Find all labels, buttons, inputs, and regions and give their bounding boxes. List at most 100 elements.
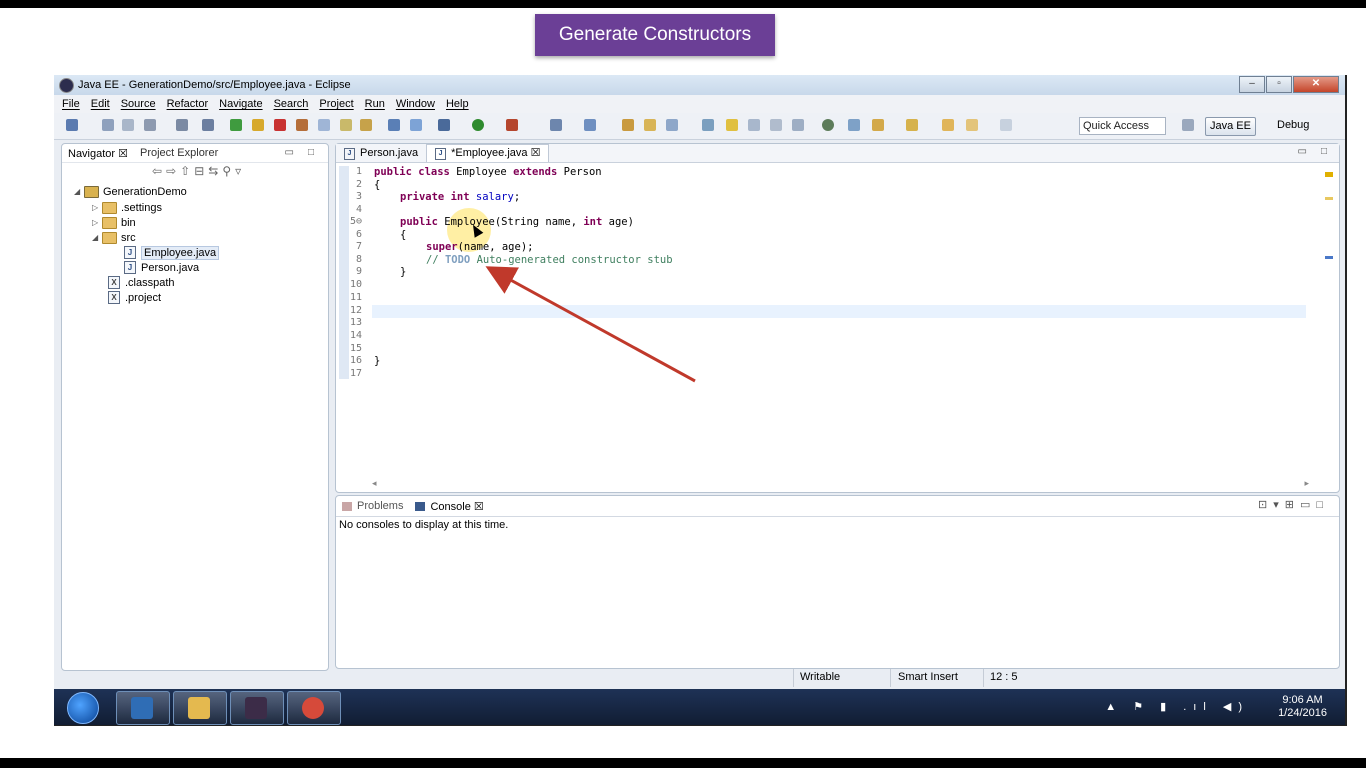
- forward-icon[interactable]: [966, 119, 978, 131]
- taskbar-app-chrome[interactable]: [287, 691, 341, 725]
- skip-breakpoints-icon[interactable]: [202, 119, 214, 131]
- annotation-icon[interactable]: [702, 119, 714, 131]
- taskbar-app-explorer[interactable]: [173, 691, 227, 725]
- occurrence-marker-icon[interactable]: [1325, 197, 1333, 200]
- prev-annotation-icon[interactable]: [872, 119, 884, 131]
- pin-console-icon[interactable]: ⊡: [1258, 499, 1273, 511]
- maximize-view-icon[interactable]: □: [308, 147, 314, 158]
- run-icon[interactable]: [472, 119, 484, 131]
- maximize-editor-icon[interactable]: □: [1321, 146, 1327, 157]
- open-type-icon[interactable]: [622, 119, 634, 131]
- code-line-9[interactable]: }: [400, 266, 406, 278]
- horizontal-scrollbar[interactable]: ◂ ▸: [372, 478, 1309, 488]
- tree-item-employee[interactable]: J Employee.java: [124, 245, 220, 260]
- expanded-icon[interactable]: ◢: [92, 233, 102, 242]
- code-line-8[interactable]: // TODO Auto-generated constructor stub: [426, 254, 673, 266]
- menu-run[interactable]: Run: [365, 98, 385, 110]
- menu-refactor[interactable]: Refactor: [167, 98, 209, 110]
- collapsed-icon[interactable]: ▷: [92, 218, 102, 227]
- mark-occurrences-icon[interactable]: [726, 119, 738, 131]
- minimize-editor-icon[interactable]: ▭: [1298, 146, 1307, 157]
- clock[interactable]: 9:06 AM 1/24/2016: [1278, 694, 1327, 720]
- drop-to-frame-icon[interactable]: [388, 119, 400, 131]
- suspend-icon[interactable]: [252, 119, 264, 131]
- menu-file[interactable]: File: [62, 98, 80, 110]
- print-icon[interactable]: [144, 119, 156, 131]
- perspective-debug[interactable]: Debug: [1273, 117, 1313, 134]
- new-icon[interactable]: [66, 119, 78, 131]
- taskbar-app-eclipse[interactable]: [230, 691, 284, 725]
- quick-access-field[interactable]: Quick Access: [1079, 117, 1166, 135]
- display-console-icon[interactable]: ▾: [1273, 499, 1285, 511]
- disconnect-icon[interactable]: [296, 119, 308, 131]
- tab-console[interactable]: Console ☒: [409, 500, 489, 513]
- tab-employee-java[interactable]: J *Employee.java ☒: [426, 144, 550, 162]
- menu-project[interactable]: Project: [319, 98, 353, 110]
- tab-person-java[interactable]: J Person.java: [336, 145, 426, 162]
- menu-source[interactable]: Source: [121, 98, 156, 110]
- resume-icon[interactable]: [230, 119, 242, 131]
- code-line-16[interactable]: }: [374, 355, 380, 367]
- whitespace-icon[interactable]: [770, 119, 782, 131]
- back-nav-icon[interactable]: ⇦: [152, 164, 166, 178]
- maximize-button[interactable]: ▫: [1266, 76, 1292, 93]
- tree-item-project[interactable]: ◢ GenerationDemo: [74, 184, 187, 199]
- collapsed-icon[interactable]: ▷: [92, 203, 102, 212]
- step-over-icon[interactable]: [340, 119, 352, 131]
- menu-edit[interactable]: Edit: [91, 98, 110, 110]
- tree-item-project-file[interactable]: X .project: [108, 290, 161, 305]
- terminate-icon[interactable]: [274, 119, 286, 131]
- back-icon[interactable]: [942, 119, 954, 131]
- forward-nav-icon[interactable]: ⇨: [166, 164, 180, 178]
- globe-icon[interactable]: [822, 119, 834, 131]
- tree-item-classpath[interactable]: X .classpath: [108, 275, 175, 290]
- code-line-6[interactable]: {: [400, 229, 406, 241]
- use-step-filters-icon[interactable]: [410, 119, 422, 131]
- minimize-console-icon[interactable]: ▭: [1300, 499, 1316, 511]
- code-line-7[interactable]: super(name, age);: [426, 241, 533, 253]
- tab-navigator[interactable]: Navigator ☒: [62, 147, 134, 160]
- step-into-icon[interactable]: [318, 119, 330, 131]
- perspective-javaee[interactable]: Java EE: [1205, 117, 1256, 136]
- block-selection-icon[interactable]: [748, 119, 760, 131]
- minimize-view-icon[interactable]: ▭: [285, 147, 294, 158]
- open-perspective-icon[interactable]: [1182, 119, 1194, 131]
- up-icon[interactable]: ⇧: [180, 164, 194, 178]
- save-icon[interactable]: [102, 119, 114, 131]
- menu-window[interactable]: Window: [396, 98, 435, 110]
- filter-icon[interactable]: ⚲: [222, 164, 235, 178]
- warning-marker-icon[interactable]: [1325, 172, 1333, 177]
- link-editor-icon[interactable]: ⇆: [208, 164, 222, 178]
- tree-item-bin[interactable]: ▷ bin: [92, 215, 136, 230]
- forward-history-icon[interactable]: [1000, 119, 1012, 131]
- overview-ruler[interactable]: [1325, 172, 1333, 259]
- last-edit-icon[interactable]: [906, 119, 918, 131]
- expanded-icon[interactable]: ◢: [74, 187, 84, 196]
- code-line-1[interactable]: public class Employee extends Person: [374, 166, 602, 178]
- save-all-icon[interactable]: [122, 119, 134, 131]
- tree-item-settings[interactable]: ▷ .settings: [92, 200, 162, 215]
- code-line-5[interactable]: public Employee(String name, int age): [400, 216, 634, 228]
- code-line-2[interactable]: {: [374, 179, 380, 191]
- menu-help[interactable]: Help: [446, 98, 469, 110]
- taskbar-app-server-manager[interactable]: [116, 691, 170, 725]
- external-tools-icon[interactable]: [506, 119, 518, 131]
- debug-icon[interactable]: [438, 119, 450, 131]
- system-tray-icons[interactable]: ▲ ⚑ ▮ .ıl ◀): [1105, 700, 1249, 713]
- menu-search[interactable]: Search: [274, 98, 309, 110]
- code-line-3[interactable]: private int salary;: [400, 191, 520, 203]
- scroll-right-icon[interactable]: ▸: [1304, 478, 1309, 489]
- maximize-console-icon[interactable]: □: [1316, 499, 1329, 511]
- tab-problems[interactable]: Problems: [336, 500, 409, 512]
- paragraph-icon[interactable]: [792, 119, 804, 131]
- menu-navigate[interactable]: Navigate: [219, 98, 262, 110]
- view-menu-icon[interactable]: ▿: [235, 164, 245, 178]
- step-return-icon[interactable]: [360, 119, 372, 131]
- tree-item-src[interactable]: ◢ src: [92, 230, 136, 245]
- new-server-icon[interactable]: [584, 119, 596, 131]
- start-button[interactable]: [67, 692, 99, 724]
- search-tool-icon[interactable]: [666, 119, 678, 131]
- open-task-icon[interactable]: [644, 119, 656, 131]
- task-marker-icon[interactable]: [1325, 256, 1333, 259]
- binary-icon[interactable]: [176, 119, 188, 131]
